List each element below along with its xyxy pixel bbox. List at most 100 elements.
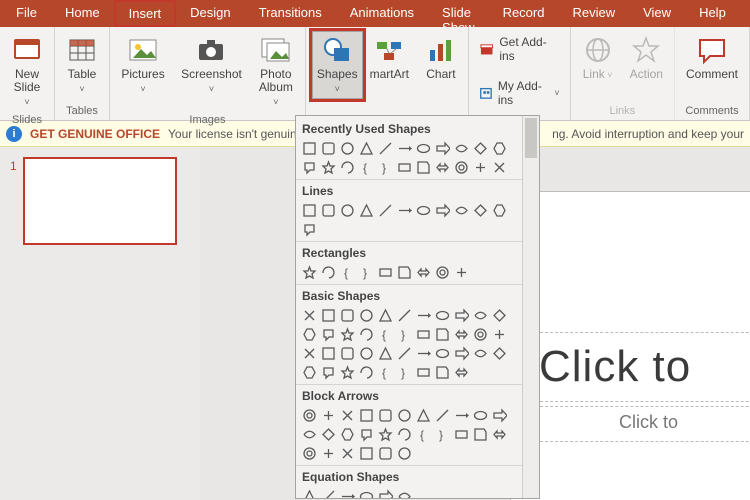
shape-item[interactable] bbox=[395, 487, 414, 498]
shape-item[interactable] bbox=[414, 139, 433, 158]
shape-item[interactable] bbox=[357, 363, 376, 382]
shape-item[interactable] bbox=[376, 487, 395, 498]
shape-item[interactable]: } bbox=[395, 325, 414, 344]
shape-item[interactable] bbox=[376, 406, 395, 425]
shape-item[interactable] bbox=[414, 406, 433, 425]
shape-item[interactable] bbox=[338, 425, 357, 444]
shape-item[interactable] bbox=[414, 325, 433, 344]
shape-item[interactable] bbox=[414, 344, 433, 363]
table-button[interactable]: Table bbox=[61, 31, 103, 99]
shape-item[interactable] bbox=[490, 139, 509, 158]
shape-item[interactable] bbox=[395, 444, 414, 463]
tab-slideshow[interactable]: Slide Show bbox=[428, 0, 489, 27]
shape-item[interactable] bbox=[471, 158, 490, 177]
shape-item[interactable] bbox=[338, 139, 357, 158]
screenshot-button[interactable]: Screenshot bbox=[176, 31, 247, 99]
shape-item[interactable] bbox=[300, 325, 319, 344]
shape-item[interactable] bbox=[319, 325, 338, 344]
tell-me-icon[interactable]: 💡 bbox=[740, 0, 750, 27]
shape-item[interactable] bbox=[395, 306, 414, 325]
new-slide-button[interactable]: New Slide bbox=[6, 31, 48, 112]
link-button[interactable]: Link bbox=[577, 31, 619, 85]
shape-item[interactable] bbox=[376, 263, 395, 282]
shape-item[interactable] bbox=[490, 201, 509, 220]
shape-item[interactable] bbox=[319, 425, 338, 444]
shape-item[interactable] bbox=[357, 325, 376, 344]
shape-item[interactable] bbox=[414, 201, 433, 220]
shape-item[interactable] bbox=[319, 139, 338, 158]
shape-item[interactable] bbox=[300, 487, 319, 498]
shape-item[interactable]: { bbox=[338, 263, 357, 282]
shape-item[interactable] bbox=[300, 363, 319, 382]
shape-item[interactable] bbox=[319, 344, 338, 363]
shape-item[interactable] bbox=[452, 139, 471, 158]
shape-item[interactable] bbox=[338, 406, 357, 425]
photo-album-button[interactable]: Photo Album bbox=[253, 31, 299, 112]
tab-design[interactable]: Design bbox=[176, 0, 244, 27]
shape-item[interactable] bbox=[490, 306, 509, 325]
shape-item[interactable] bbox=[471, 139, 490, 158]
subtitle-placeholder[interactable]: Click to bbox=[619, 412, 678, 433]
my-addins-button[interactable]: My Add-ins ˅ bbox=[475, 77, 564, 109]
shape-item[interactable] bbox=[433, 363, 452, 382]
tab-review[interactable]: Review bbox=[558, 0, 629, 27]
shape-item[interactable] bbox=[376, 425, 395, 444]
shape-item[interactable] bbox=[471, 425, 490, 444]
shape-item[interactable] bbox=[338, 306, 357, 325]
shape-item[interactable] bbox=[452, 201, 471, 220]
shape-item[interactable]: } bbox=[357, 263, 376, 282]
shape-item[interactable] bbox=[414, 263, 433, 282]
shape-item[interactable] bbox=[395, 406, 414, 425]
shape-item[interactable] bbox=[338, 158, 357, 177]
shape-item[interactable] bbox=[319, 306, 338, 325]
shape-item[interactable] bbox=[395, 344, 414, 363]
get-addins-button[interactable]: Get Add-ins bbox=[475, 33, 564, 65]
shape-item[interactable] bbox=[338, 344, 357, 363]
shape-item[interactable] bbox=[319, 158, 338, 177]
comment-button[interactable]: Comment bbox=[681, 31, 743, 84]
shape-item[interactable] bbox=[357, 487, 376, 498]
shape-item[interactable]: } bbox=[376, 158, 395, 177]
shape-item[interactable] bbox=[357, 139, 376, 158]
shape-item[interactable] bbox=[395, 263, 414, 282]
shape-item[interactable] bbox=[433, 344, 452, 363]
shape-item[interactable] bbox=[433, 406, 452, 425]
shape-item[interactable] bbox=[300, 425, 319, 444]
shape-item[interactable] bbox=[452, 158, 471, 177]
tab-view[interactable]: View bbox=[629, 0, 685, 27]
shape-item[interactable] bbox=[433, 306, 452, 325]
shape-item[interactable] bbox=[490, 158, 509, 177]
shape-item[interactable] bbox=[357, 425, 376, 444]
tab-help[interactable]: Help bbox=[685, 0, 740, 27]
shape-item[interactable] bbox=[357, 306, 376, 325]
shape-item[interactable] bbox=[300, 444, 319, 463]
chart-button[interactable]: Chart bbox=[420, 31, 462, 84]
shape-item[interactable] bbox=[300, 344, 319, 363]
shape-item[interactable] bbox=[490, 425, 509, 444]
shape-item[interactable] bbox=[300, 139, 319, 158]
title-placeholder[interactable]: Click to bbox=[539, 342, 691, 392]
tab-home[interactable]: Home bbox=[51, 0, 114, 27]
shape-item[interactable] bbox=[357, 201, 376, 220]
shape-item[interactable]: } bbox=[433, 425, 452, 444]
shape-item[interactable] bbox=[338, 201, 357, 220]
shape-item[interactable] bbox=[414, 158, 433, 177]
shape-item[interactable] bbox=[319, 263, 338, 282]
action-button[interactable]: Action bbox=[625, 31, 668, 84]
shape-item[interactable] bbox=[452, 325, 471, 344]
tab-animations[interactable]: Animations bbox=[336, 0, 428, 27]
shape-item[interactable] bbox=[338, 487, 357, 498]
shape-item[interactable] bbox=[433, 263, 452, 282]
shape-item[interactable] bbox=[452, 306, 471, 325]
shape-item[interactable] bbox=[300, 158, 319, 177]
shape-item[interactable] bbox=[338, 363, 357, 382]
shape-item[interactable]: { bbox=[357, 158, 376, 177]
shape-item[interactable] bbox=[300, 201, 319, 220]
shape-item[interactable] bbox=[319, 487, 338, 498]
slide-thumbnail-1[interactable] bbox=[23, 157, 177, 245]
shape-item[interactable] bbox=[471, 325, 490, 344]
shape-item[interactable] bbox=[490, 325, 509, 344]
shape-item[interactable] bbox=[357, 344, 376, 363]
shape-item[interactable] bbox=[319, 201, 338, 220]
shape-item[interactable] bbox=[395, 158, 414, 177]
